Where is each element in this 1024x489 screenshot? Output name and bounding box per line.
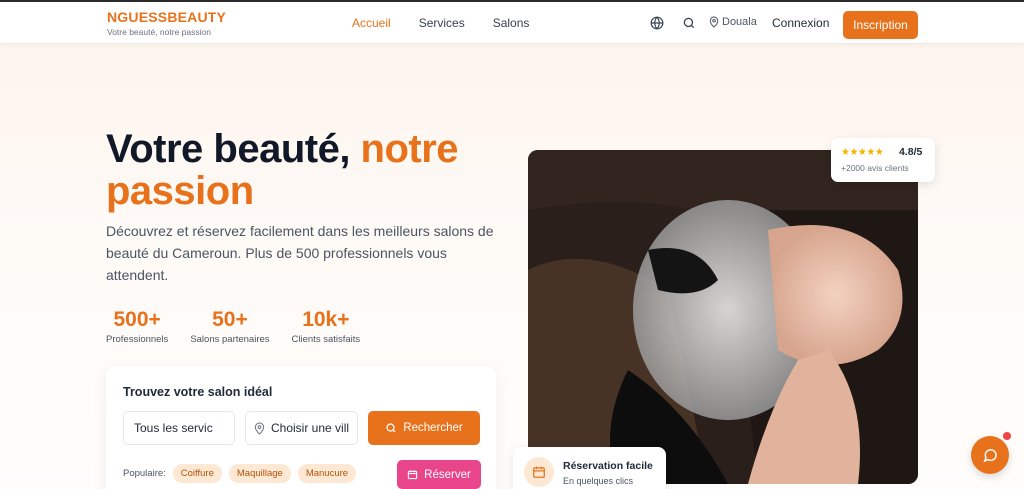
stat-label: Salons partenaires — [190, 334, 270, 345]
star-rating-icon: ★★★★★ — [841, 147, 884, 158]
salon-hair-wash-photo — [528, 150, 918, 484]
search-card: Trouvez votre salon idéal Tous les servi… — [106, 366, 496, 489]
brand[interactable]: NGUESSBEAUTY Votre beauté, notre passion — [107, 9, 226, 37]
calendar-icon — [407, 470, 418, 480]
chat-bubble-icon — [983, 449, 997, 463]
reservation-subtitle: En quelques clics — [563, 476, 634, 486]
hero-image — [528, 150, 918, 484]
hero-description: Découvrez et réservez facilement dans le… — [106, 223, 494, 283]
rating-value: 4.8/5 — [899, 146, 923, 158]
stat-clients: 10k+ Clients satisfaits — [292, 308, 361, 345]
reservation-card: Réservation facile En quelques clics — [513, 447, 666, 489]
stat-label: Professionnels — [106, 334, 169, 345]
nav-salons[interactable]: Salons — [493, 16, 530, 30]
nav-services[interactable]: Services — [419, 16, 465, 30]
stat-value: 50+ — [212, 308, 248, 331]
search-button-label: Rechercher — [403, 422, 463, 434]
service-select[interactable]: Tous les servic — [123, 411, 235, 445]
login-link[interactable]: Connexion — [772, 16, 829, 30]
map-pin-icon — [254, 422, 265, 435]
stat-salons: 50+ Salons partenaires — [190, 308, 269, 345]
brand-name: NGUESSBEAUTY — [107, 9, 227, 25]
search-button[interactable]: Rechercher — [368, 411, 480, 445]
nav-accueil[interactable]: Accueil — [352, 16, 391, 30]
main-nav: Accueil Services Salons — [352, 16, 557, 30]
globe-icon[interactable] — [650, 16, 664, 30]
hero-title: Votre beauté, notre passion — [106, 128, 526, 212]
hero-title-main: Votre beauté, — [106, 127, 361, 171]
city-selector[interactable]: Douala — [709, 16, 757, 28]
reserve-button-label: Réserver — [424, 468, 471, 481]
notification-dot — [1003, 432, 1011, 440]
rating-subtitle: +2000 avis clients — [841, 163, 909, 173]
stat-value: 10k+ — [302, 308, 350, 331]
stat-value: 500+ — [113, 308, 161, 331]
chat-button[interactable] — [971, 436, 1009, 474]
search-card-title: Trouvez votre salon idéal — [123, 385, 273, 399]
popular-label: Populaire: — [123, 468, 166, 479]
header: NGUESSBEAUTY Votre beauté, notre passion… — [0, 2, 1024, 44]
calendar-icon — [524, 457, 554, 487]
chip-manucure[interactable]: Manucure — [297, 464, 357, 483]
search-icon[interactable] — [682, 16, 696, 30]
popular-tags: Populaire: Coiffure Maquillage Manucure — [123, 464, 357, 483]
service-select-value: Tous les servic — [134, 421, 213, 435]
city-input-placeholder: Choisir une vill — [271, 421, 350, 435]
signup-button[interactable]: Inscription — [843, 11, 918, 39]
chip-maquillage[interactable]: Maquillage — [228, 464, 291, 483]
city-label: Douala — [722, 16, 757, 28]
stat-professionals: 500+ Professionnels — [106, 308, 168, 345]
search-icon — [386, 423, 396, 433]
stats: 500+ Professionnels 50+ Salons partenair… — [106, 308, 382, 345]
brand-tagline: Votre beauté, notre passion — [107, 27, 211, 37]
city-input[interactable]: Choisir une vill — [245, 411, 358, 445]
rating-card: ★★★★★ 4.8/5 +2000 avis clients — [831, 138, 935, 182]
chip-coiffure[interactable]: Coiffure — [172, 464, 222, 483]
map-pin-icon — [709, 16, 719, 28]
stat-label: Clients satisfaits — [291, 334, 361, 345]
reserve-button[interactable]: Réserver — [397, 460, 481, 489]
reservation-title: Réservation facile — [563, 460, 653, 472]
